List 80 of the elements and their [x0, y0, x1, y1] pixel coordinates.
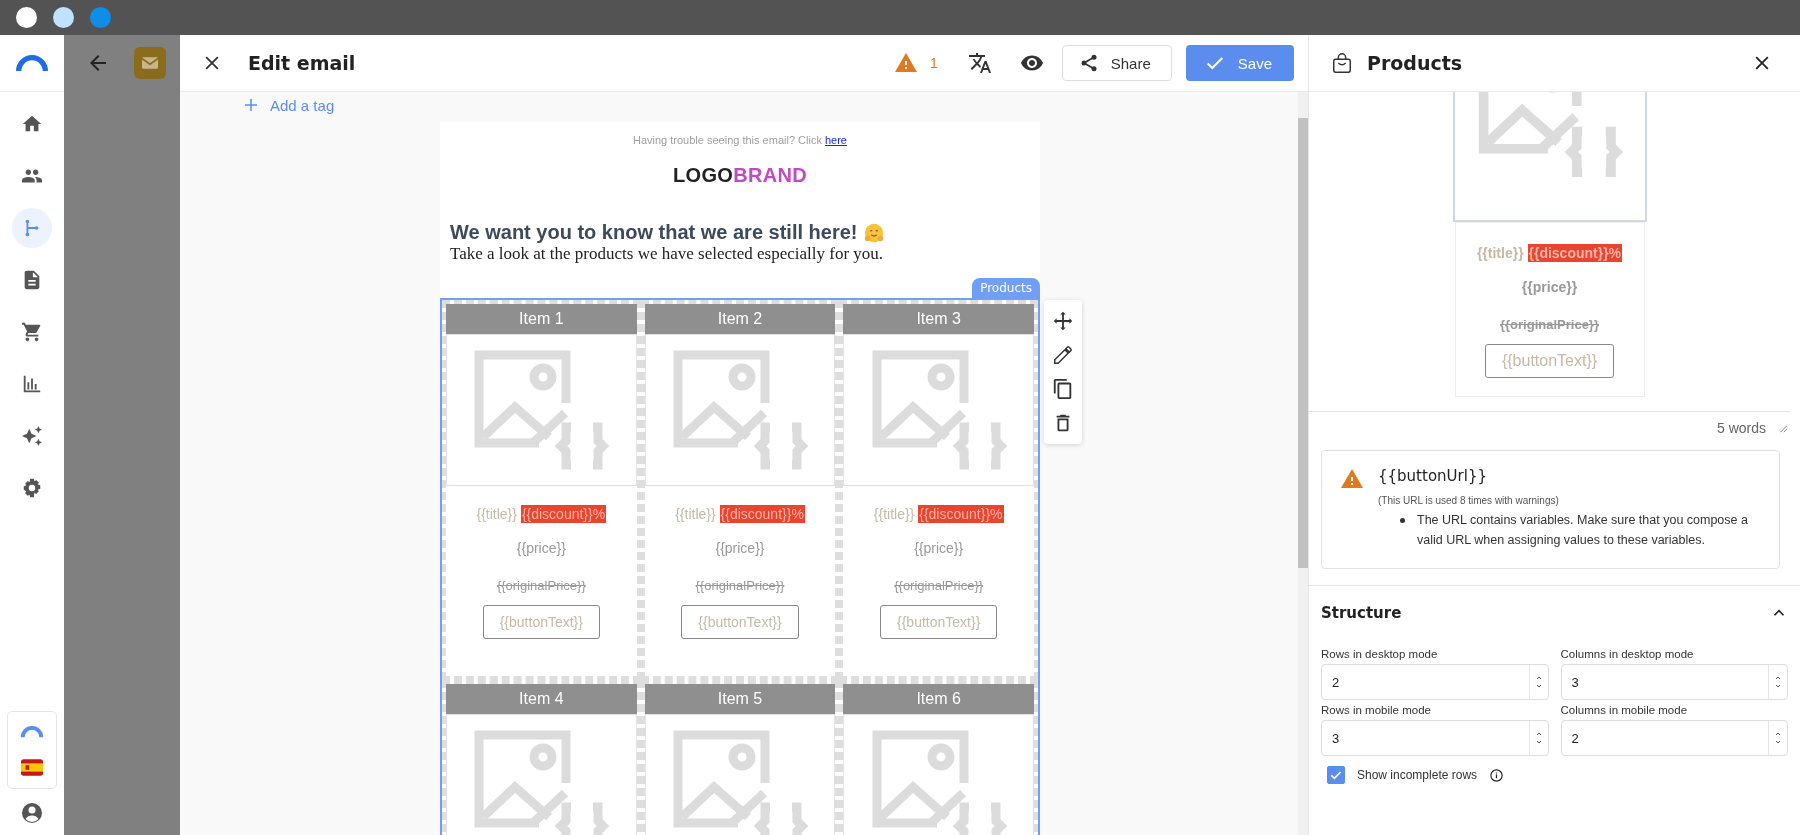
- number-field[interactable]: 2: [1560, 720, 1788, 756]
- product-button[interactable]: {{buttonText}}: [482, 605, 600, 639]
- info-icon[interactable]: [1489, 767, 1505, 783]
- email-subheading: Take a look at the products we have selected especially for you.: [449, 244, 885, 264]
- product-card[interactable]: Item 6: [839, 680, 1038, 835]
- products-block[interactable]: [440, 298, 1040, 835]
- copy-icon[interactable]: [1052, 378, 1074, 400]
- scrollbar[interactable]: [1298, 118, 1308, 568]
- window-control-icon[interactable]: [16, 7, 37, 28]
- mail-icon: [134, 47, 166, 79]
- warning-title: {{buttonUrl}}: [1378, 467, 1488, 485]
- product-card[interactable]: Item 4: [442, 680, 641, 835]
- block-label[interactable]: Products: [972, 278, 1040, 298]
- shopping-bag-icon: [1331, 52, 1353, 74]
- resize-handle-icon[interactable]: [1778, 423, 1788, 433]
- discount-variable: {{discount}}%: [719, 505, 805, 523]
- price-variable: {{price}}: [1521, 279, 1578, 295]
- checkbox-label: Show incomplete rows: [1357, 768, 1478, 782]
- item-label: Item 6: [843, 684, 1034, 714]
- warning-icon[interactable]: [893, 51, 918, 75]
- here-link[interactable]: here: [824, 134, 847, 146]
- product-button[interactable]: {{buttonText}}: [880, 605, 998, 639]
- price-variable: {{price}}: [914, 540, 964, 556]
- field-label: Rows in desktop mode: [1321, 648, 1439, 660]
- original-price-variable: {{originalPrice}}: [1500, 317, 1599, 332]
- word-count: 5 words: [1716, 420, 1766, 436]
- item-label: Item 3: [843, 304, 1034, 334]
- panel-title: Products: [1367, 52, 1463, 74]
- original-price-variable: {{originalPrice}}: [894, 578, 984, 593]
- original-price-variable: {{originalPrice}}: [695, 578, 785, 593]
- number-field[interactable]: 3: [1321, 720, 1549, 756]
- warning-note: (This URL is used 8 times with warnings): [1378, 495, 1560, 506]
- bullet-icon: [1400, 518, 1405, 523]
- price-variable: {{price}}: [516, 540, 566, 556]
- avatar-icon[interactable]: [20, 801, 44, 825]
- logo-icon[interactable]: [16, 54, 48, 72]
- warning-count[interactable]: 1: [929, 55, 938, 71]
- product-card[interactable]: Item 5: [640, 680, 840, 835]
- title-variable: {{title}}: [873, 506, 915, 522]
- modal-title: Edit email: [248, 52, 356, 74]
- discount-variable: {{discount}}%: [520, 505, 607, 523]
- title-variable: {{title}}: [675, 506, 716, 522]
- product-card[interactable]: Item 3 {{title}} {{discount}}% {{price}} {{originalPrice}} {{buttonText}}: [839, 300, 1038, 680]
- warning-icon: [1340, 467, 1364, 491]
- item-label: Item 4: [446, 684, 637, 714]
- field-label: Columns in desktop mode: [1560, 648, 1695, 660]
- warning-message: The URL contains variables. Make sure that you compose a valid URL when assigning values to these variables.: [1417, 512, 1749, 549]
- item-label: Item 2: [644, 304, 836, 334]
- number-field[interactable]: 3: [1560, 664, 1788, 700]
- share-button[interactable]: Share: [1061, 45, 1172, 81]
- title-variable: {{title}}: [476, 506, 517, 522]
- product-card[interactable]: Item 2 {{title}} {{discount}}% {{price}} {{originalPrice}} {{buttonText}}: [640, 300, 840, 680]
- title-variable: {{title}}: [1476, 245, 1524, 261]
- product-button[interactable]: {{buttonText}}: [681, 605, 799, 639]
- move-icon[interactable]: [1052, 310, 1074, 332]
- translate-icon[interactable]: [967, 51, 992, 75]
- branch-icon[interactable]: [12, 208, 52, 248]
- smiley-icon: [863, 221, 886, 244]
- section-title: Structure: [1321, 604, 1402, 622]
- add-tag-link[interactable]: Add a tag: [242, 96, 335, 114]
- original-price-variable: {{originalPrice}}: [496, 578, 586, 593]
- field-label: Rows in mobile mode: [1321, 704, 1432, 716]
- item-label: Item 1: [446, 304, 637, 334]
- brand-logo: LOGOBRAND: [673, 164, 807, 187]
- checkbox[interactable]: [1327, 766, 1345, 784]
- discount-variable: {{discount}}%: [918, 505, 1004, 523]
- window-control-icon[interactable]: [53, 7, 74, 28]
- plus-icon: [242, 96, 260, 114]
- email-heading: We want you to know that we are still here!: [450, 221, 858, 244]
- pencil-icon[interactable]: [1052, 344, 1074, 366]
- product-card[interactable]: Item 1 {{title}} {{discount}}% {{price}} {{originalPrice}} {{buttonText}}: [442, 300, 641, 680]
- save-button[interactable]: Save: [1185, 45, 1294, 81]
- item-label: Item 5: [644, 684, 836, 714]
- number-field[interactable]: 2: [1321, 664, 1549, 700]
- flag-icon[interactable]: [21, 759, 43, 776]
- price-variable: {{price}}: [715, 540, 765, 556]
- email-notice: Having trouble seeing this email? Click here: [632, 133, 848, 146]
- product-button[interactable]: {{buttonText}}: [1484, 344, 1615, 378]
- field-label: Columns in mobile mode: [1560, 704, 1689, 716]
- discount-variable: {{discount}}%: [1527, 244, 1623, 262]
